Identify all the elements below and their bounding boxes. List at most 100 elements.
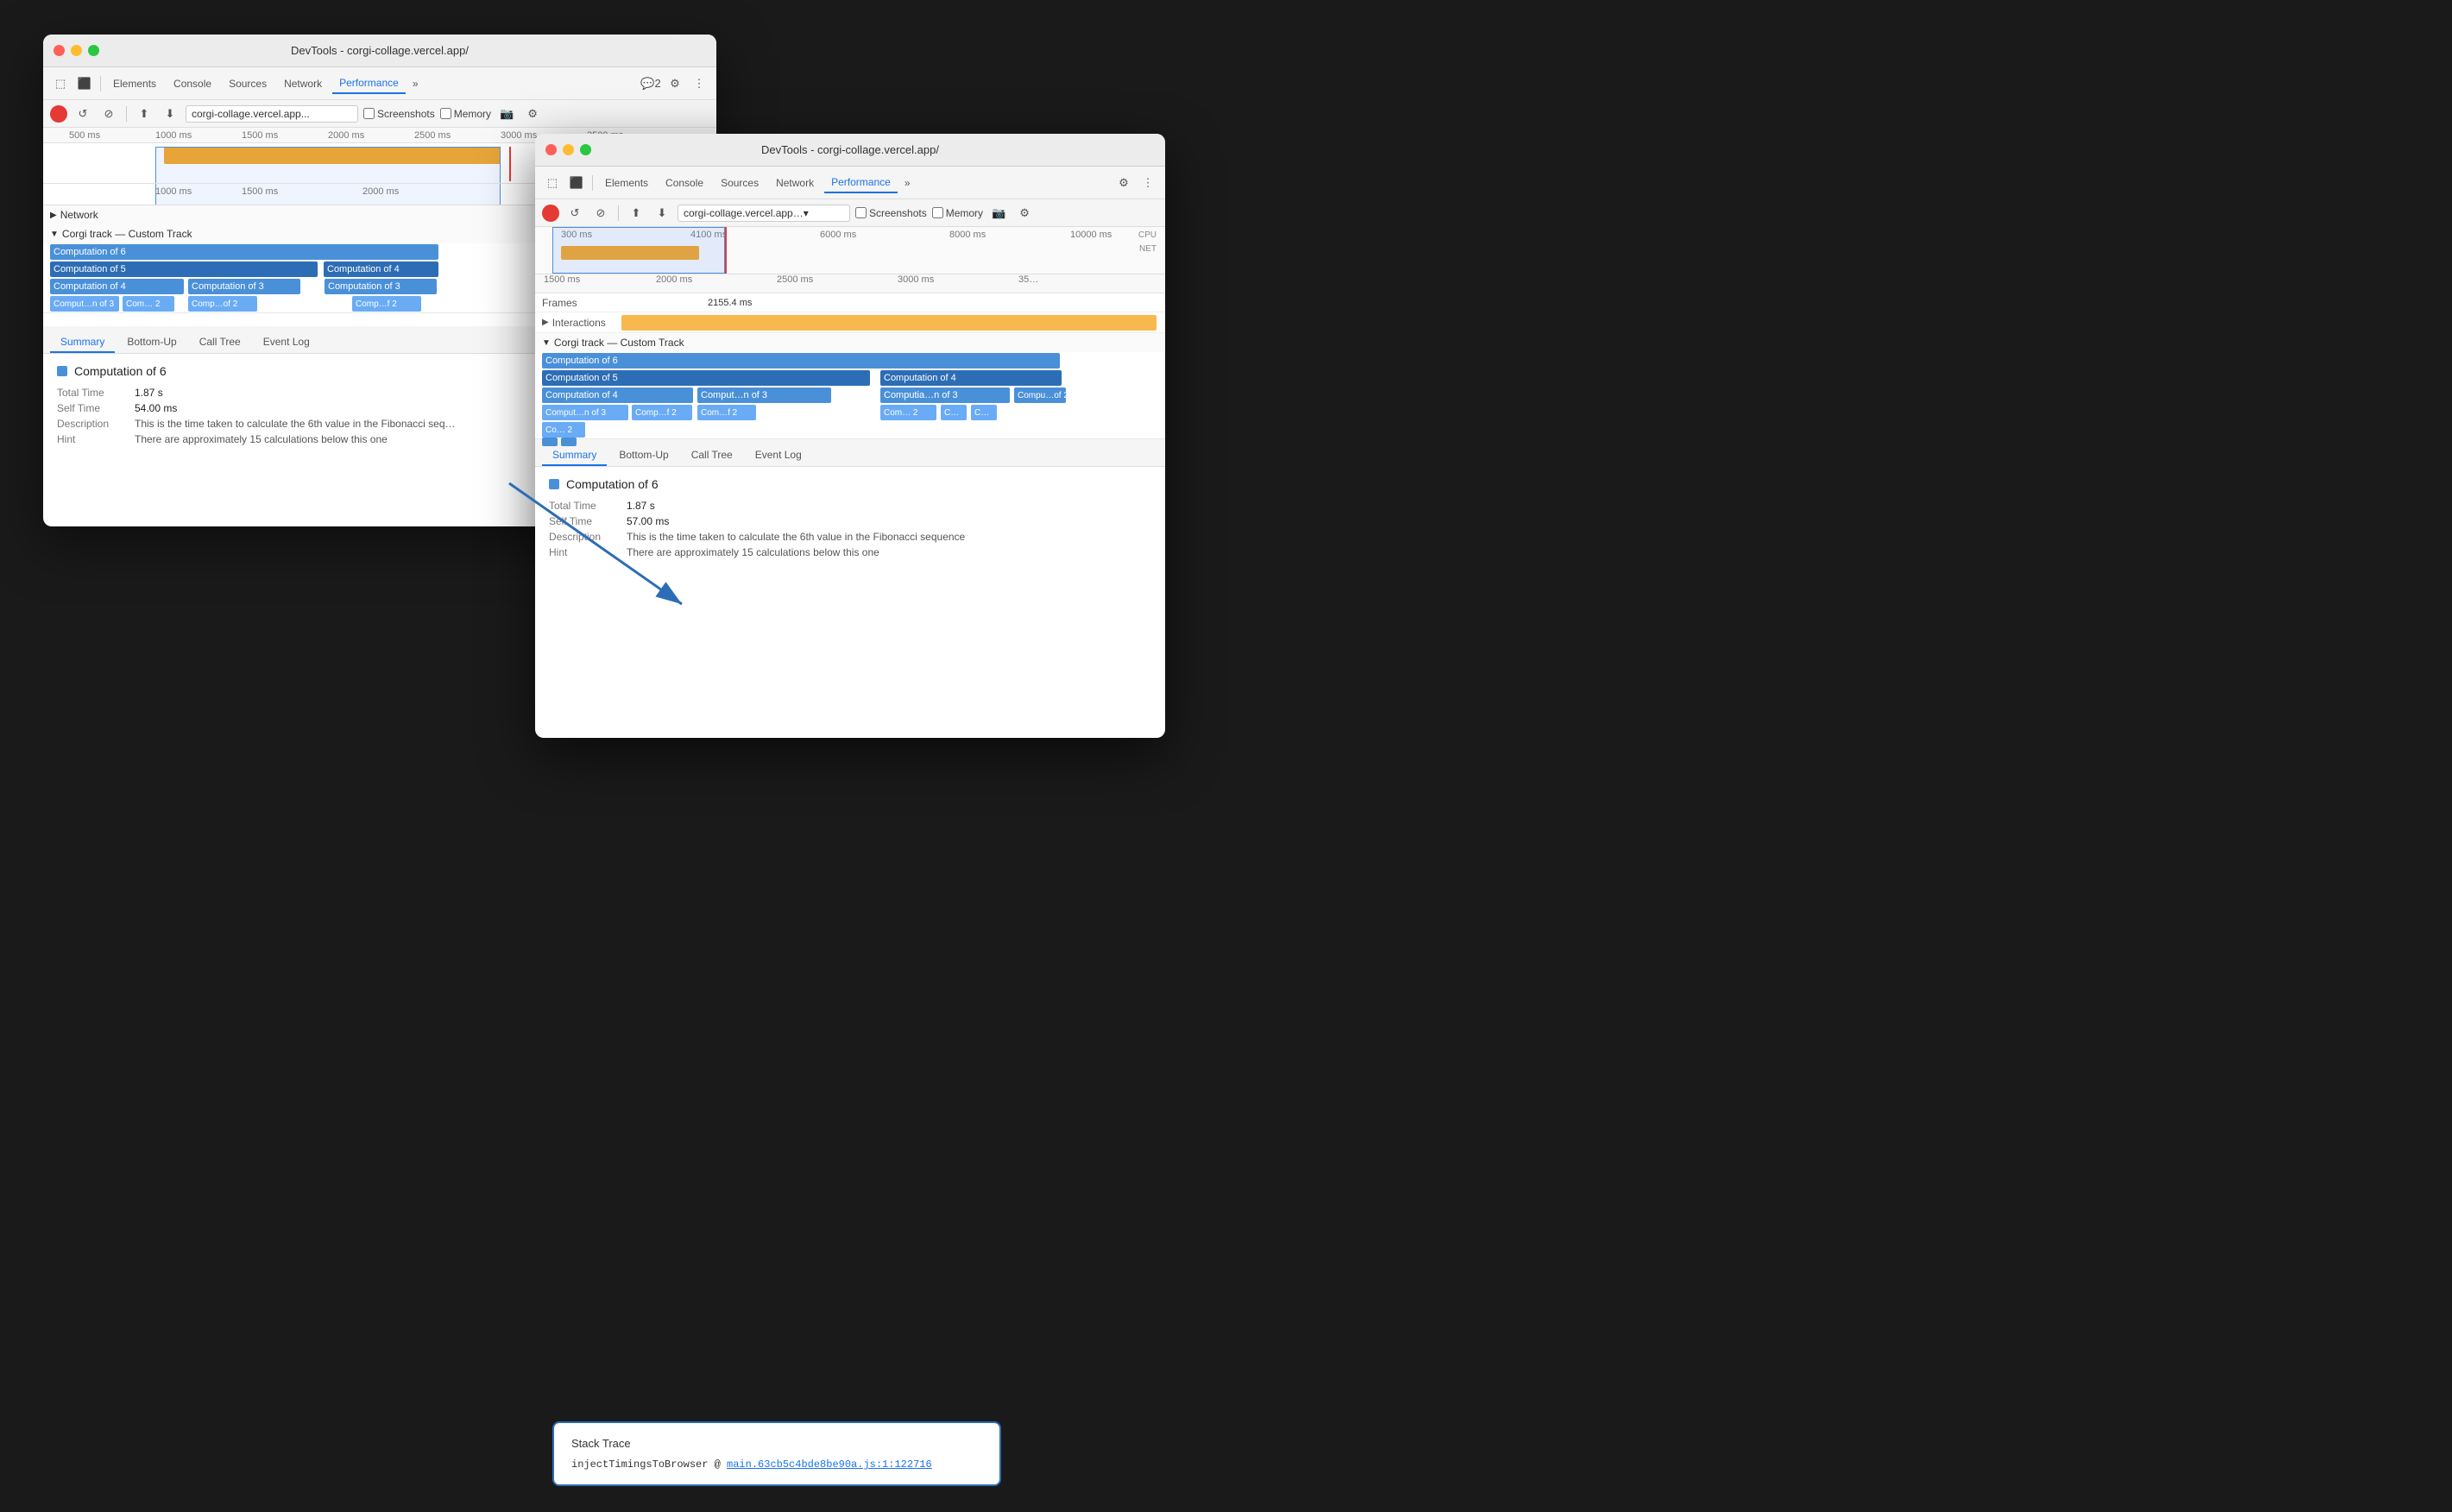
close-button-1[interactable] — [54, 45, 65, 56]
close-button-2[interactable] — [545, 144, 557, 155]
interactions-row-2: ▶ Interactions — [535, 312, 1165, 333]
perf-settings-icon-2[interactable]: ⚙ — [1014, 203, 1035, 224]
screenshots-checkbox-2[interactable] — [855, 207, 867, 218]
maximize-button-2[interactable] — [580, 144, 591, 155]
screenshots-checkbox-1[interactable] — [363, 108, 375, 119]
settings-icon-1[interactable]: ⚙ — [665, 73, 685, 94]
comp4b-2[interactable]: Computation of 4 — [542, 387, 693, 403]
mark-3000: 3000 ms — [898, 274, 934, 285]
url-bar-1[interactable] — [186, 105, 358, 123]
capture-icon-2[interactable]: 📷 — [988, 203, 1009, 224]
comp4a-block-1[interactable]: Computation of 4 — [324, 261, 438, 277]
frames-row-2: Frames 2155.4 ms — [535, 293, 1165, 312]
cursor-icon-2[interactable]: ⬚ — [542, 173, 563, 193]
small1-2[interactable] — [542, 438, 558, 446]
upload-icon-1[interactable]: ⬆ — [134, 104, 154, 124]
bottom-tabs-2: Summary Bottom-Up Call Tree Event Log — [535, 439, 1165, 467]
comp4r4-2[interactable]: Com… 2 — [880, 405, 936, 420]
sep3 — [618, 205, 619, 221]
compn3a-2[interactable]: Comput…n of 3 — [697, 387, 831, 403]
comp6-2[interactable]: Computation of 6 — [542, 353, 1060, 369]
tab-summary-1[interactable]: Summary — [50, 332, 115, 353]
tab-eventlog-1[interactable]: Event Log — [253, 332, 320, 353]
comp4r2-2[interactable]: Comp…f 2 — [632, 405, 692, 420]
cursor-icon[interactable]: ⬚ — [50, 73, 71, 94]
compb-2[interactable]: Compu…of 2 — [1014, 387, 1066, 403]
reload-icon-1[interactable]: ↺ — [72, 104, 93, 124]
comp4r6-2[interactable]: C… — [971, 405, 997, 420]
tab-performance-2[interactable]: Performance — [824, 173, 898, 193]
more-tabs-1[interactable]: » — [409, 78, 422, 90]
interactions-bar-2 — [621, 315, 1157, 331]
tab-calltree-2[interactable]: Call Tree — [681, 445, 743, 466]
minimize-button-2[interactable] — [563, 144, 574, 155]
compa-2[interactable]: Computia…n of 3 — [880, 387, 1010, 403]
comp5-block-1[interactable]: Computation of 5 — [50, 261, 318, 277]
comp6-block-1[interactable]: Computation of 6 — [50, 244, 438, 260]
perf-settings-icon-1[interactable]: ⚙ — [522, 104, 543, 124]
tab-performance-1[interactable]: Performance — [332, 73, 406, 94]
comp4r7-2[interactable]: Co… 2 — [542, 422, 585, 438]
clear-icon-1[interactable]: ⊘ — [98, 104, 119, 124]
total-time-row-2: Total Time 1.87 s — [549, 500, 1151, 512]
more-icon-2[interactable]: ⋮ — [1138, 173, 1158, 193]
comp4r1-2[interactable]: Comput…n of 3 — [542, 405, 628, 420]
compof2-block-1[interactable]: Comp…of 2 — [188, 296, 257, 312]
tab-console-1[interactable]: Console — [167, 74, 218, 93]
settings-icon-2[interactable]: ⚙ — [1113, 173, 1134, 193]
screenshots-checkbox-label-1: Screenshots — [363, 108, 435, 120]
memory-checkbox-2[interactable] — [932, 207, 943, 218]
more-tabs-2[interactable]: » — [901, 177, 914, 189]
time-mark-3000: 3000 ms — [501, 130, 537, 141]
tab-sources-2[interactable]: Sources — [714, 173, 766, 192]
capture-icon-1[interactable]: 📷 — [496, 104, 517, 124]
maximize-button-1[interactable] — [88, 45, 99, 56]
tab-calltree-1[interactable]: Call Tree — [189, 332, 251, 353]
comp3b-block-1[interactable]: Computation of 3 — [325, 279, 437, 294]
inspect-icon-2[interactable]: ⬛ — [566, 173, 587, 193]
minimap-selection[interactable] — [552, 227, 725, 274]
memory-checkbox-label-1: Memory — [440, 108, 491, 120]
clear-icon-2[interactable]: ⊘ — [590, 203, 611, 224]
upload-icon-2[interactable]: ⬆ — [626, 203, 646, 224]
comp4r3-2[interactable]: Com…f 2 — [697, 405, 756, 420]
comp4b-block-1[interactable]: Computation of 4 — [50, 279, 184, 294]
flame-row2-1: Computation of 6 — [535, 352, 1165, 369]
mark-2000ms: 2000 ms — [362, 186, 399, 197]
reload-icon-2[interactable]: ↺ — [564, 203, 585, 224]
compf2-block-1[interactable]: Comp…f 2 — [352, 296, 421, 312]
compn3-block-1[interactable]: Comput…n of 3 — [50, 296, 119, 312]
tab-sources-1[interactable]: Sources — [222, 74, 274, 93]
minimize-button-1[interactable] — [71, 45, 82, 56]
tab-bar-2: ⬚ ⬛ Elements Console Sources Network Per… — [535, 167, 1165, 199]
small2-2[interactable] — [561, 438, 577, 446]
inspect-icon[interactable]: ⬛ — [74, 73, 95, 94]
chat-icon-1[interactable]: 💬 2 — [640, 73, 661, 94]
download-icon-2[interactable]: ⬇ — [652, 203, 672, 224]
record-button-1[interactable] — [50, 105, 67, 123]
comp5-2[interactable]: Computation of 5 — [542, 370, 870, 386]
comp3a-block-1[interactable]: Computation of 3 — [188, 279, 300, 294]
tab-bottomup-2[interactable]: Bottom-Up — [608, 445, 678, 466]
memory-checkbox-1[interactable] — [440, 108, 451, 119]
tab-console-2[interactable]: Console — [659, 173, 710, 192]
main-ruler-2: 1500 ms 2000 ms 2500 ms 3000 ms 35… — [535, 274, 1165, 293]
tab-eventlog-2[interactable]: Event Log — [745, 445, 812, 466]
stack-trace-link[interactable]: main.63cb5c4bde8be90a.js:1:122716 — [727, 1458, 932, 1471]
record-button-2[interactable] — [542, 205, 559, 222]
minimap-2[interactable]: 300 ms 4100 ms 6000 ms 8000 ms 10000 ms … — [535, 227, 1165, 274]
tab-elements-2[interactable]: Elements — [598, 173, 655, 192]
tab-network-2[interactable]: Network — [769, 173, 821, 192]
url-bar-2[interactable] — [678, 205, 850, 222]
corgi-track-header-2: ▼ Corgi track — Custom Track — [535, 333, 1165, 352]
tab-bottomup-1[interactable]: Bottom-Up — [117, 332, 186, 353]
com2-block-1[interactable]: Com… 2 — [123, 296, 174, 312]
tab-network-1[interactable]: Network — [277, 74, 329, 93]
download-icon-1[interactable]: ⬇ — [160, 104, 180, 124]
tab-summary-2[interactable]: Summary — [542, 445, 607, 466]
comp4-2[interactable]: Computation of 4 — [880, 370, 1062, 386]
more-icon-1[interactable]: ⋮ — [689, 73, 709, 94]
time-10000ms: 10000 ms — [1070, 230, 1112, 240]
tab-elements-1[interactable]: Elements — [106, 74, 163, 93]
comp4r5-2[interactable]: C… — [941, 405, 967, 420]
